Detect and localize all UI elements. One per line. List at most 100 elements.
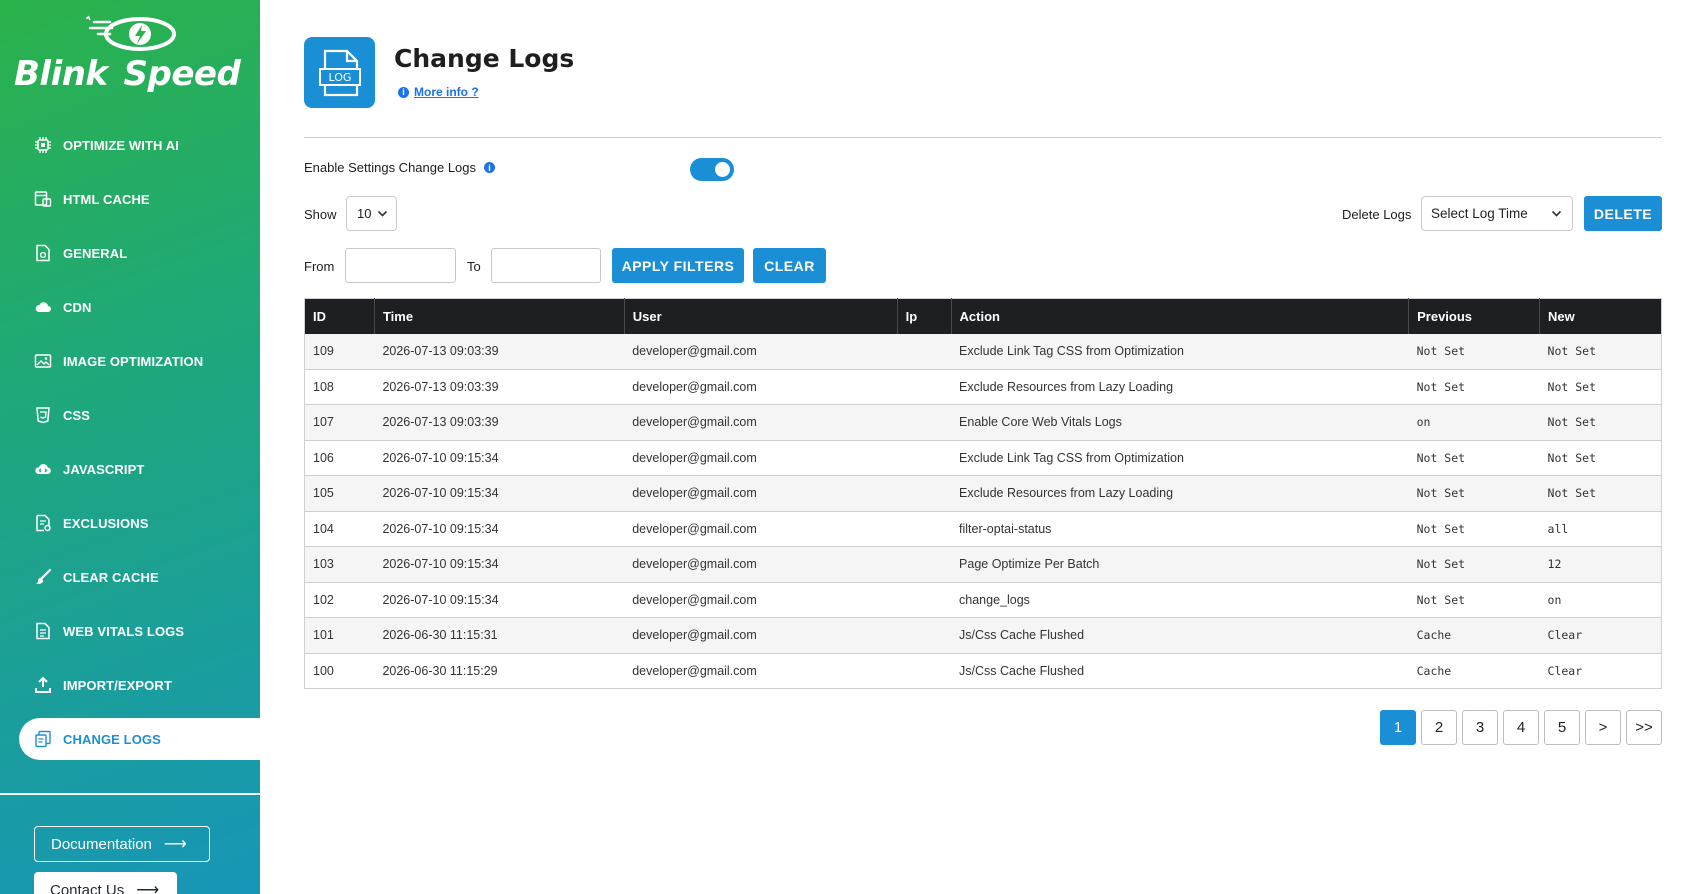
cell-new: Not Set (1539, 475, 1662, 512)
cell-id: 102 (304, 582, 375, 618)
log-time-value: Select Log Time (1431, 206, 1528, 221)
page-button-1[interactable]: 1 (1380, 710, 1416, 745)
arrow-right-icon: ⟶ (136, 882, 160, 894)
eye-bolt-icon (86, 15, 176, 51)
page-button-2[interactable]: 2 (1421, 710, 1457, 745)
sidebar-item-optimize-with-ai[interactable]: OPTIMIZE WITH AI (0, 118, 260, 172)
chevron-down-icon (377, 210, 388, 217)
sidebar-item-css[interactable]: CSS (0, 388, 260, 442)
sidebar-item-label: WEB VITALS LOGS (63, 623, 185, 639)
sidebar-item-label: JAVASCRIPT (63, 461, 145, 477)
cell-action: Js/Css Cache Flushed (951, 617, 1409, 654)
sidebar-item-change-logs[interactable]: CHANGE LOGS (19, 718, 260, 760)
cell-previous: Cache (1408, 653, 1540, 689)
sidebar: Blink Speed OPTIMIZE WITH AI HTML CACHE GEN… (0, 0, 260, 894)
sidebar-item-general[interactable]: GENERAL (0, 226, 260, 280)
clear-filters-button[interactable]: CLEAR (753, 248, 826, 283)
cell-action: change_logs (951, 582, 1409, 618)
cell-time: 2026-07-13 09:03:39 (374, 369, 625, 405)
table-row: 104 2026-07-10 09:15:34 developer@gmail.co… (304, 511, 1662, 547)
page-size-select[interactable]: 10 (346, 196, 397, 231)
cell-time: 2026-07-10 09:15:34 (374, 546, 625, 583)
cell-new: Not Set (1539, 440, 1662, 476)
enable-change-logs-toggle[interactable] (690, 158, 734, 181)
sidebar-item-label: EXCLUSIONS (63, 515, 149, 531)
cell-action: filter-optai-status (951, 511, 1409, 547)
cell-user: developer@gmail.com (624, 582, 898, 618)
sidebar-item-label: GENERAL (63, 245, 128, 261)
cell-time: 2026-07-10 09:15:34 (374, 440, 625, 476)
delete-button[interactable]: DELETE (1584, 196, 1662, 231)
settings-doc-icon (34, 244, 52, 262)
cell-time: 2026-07-10 09:15:34 (374, 511, 625, 547)
sidebar-item-html-cache[interactable]: HTML CACHE (0, 172, 260, 226)
from-date-input[interactable] (345, 248, 456, 283)
to-date-input[interactable] (491, 248, 601, 283)
toggle-knob (715, 162, 730, 177)
apply-filters-button[interactable]: APPLY FILTERS (612, 248, 744, 283)
css-icon (34, 406, 52, 424)
page-button-5[interactable]: 5 (1544, 710, 1580, 745)
cell-action: Enable Core Web Vitals Logs (951, 404, 1409, 441)
change-logs-icon (34, 730, 52, 748)
cell-previous: Cache (1408, 617, 1540, 654)
cell-ip (897, 404, 952, 441)
cell-new: all (1539, 511, 1662, 547)
cell-ip (897, 511, 952, 547)
cell-user: developer@gmail.com (624, 333, 898, 370)
sidebar-item-image-optimization[interactable]: IMAGE OPTIMIZATION (0, 334, 260, 388)
cell-action: Exclude Resources from Lazy Loading (951, 369, 1409, 405)
cell-ip (897, 617, 952, 654)
next-page-button[interactable]: > (1585, 710, 1621, 745)
cell-ip (897, 546, 952, 583)
cell-action: Exclude Link Tag CSS from Optimization (951, 440, 1409, 476)
page-size-value: 10 (357, 206, 372, 221)
cell-time: 2026-06-30 11:15:31 (374, 617, 625, 654)
svg-text:LOG: LOG (328, 71, 351, 84)
cell-user: developer@gmail.com (624, 404, 898, 441)
cell-user: developer@gmail.com (624, 369, 898, 405)
documentation-button[interactable]: Documentation ⟶ (34, 826, 210, 862)
sidebar-item-label: CLEAR CACHE (63, 569, 159, 585)
sidebar-item-import-export[interactable]: IMPORT/EXPORT (0, 658, 260, 712)
more-info-link[interactable]: More info ? (414, 85, 479, 99)
brand-logo[interactable]: Blink Speed (12, 10, 248, 96)
sidebar-item-label: IMAGE OPTIMIZATION (63, 353, 204, 369)
log-time-select[interactable]: Select Log Time (1421, 196, 1573, 231)
sidebar-item-clear-cache[interactable]: CLEAR CACHE (0, 550, 260, 604)
table-row: 109 2026-07-13 09:03:39 developer@gmail.co… (304, 333, 1662, 370)
cell-id: 103 (304, 546, 375, 583)
chevron-down-icon (1551, 210, 1562, 217)
sidebar-item-label: CSS (63, 407, 91, 423)
sidebar-item-javascript[interactable]: JAVASCRIPT (0, 442, 260, 496)
sidebar-item-web-vitals-logs[interactable]: WEB VITALS LOGS (0, 604, 260, 658)
sidebar-item-exclusions[interactable]: EXCLUSIONS (0, 496, 260, 550)
contact-us-button[interactable]: Contact Us ⟶ (34, 872, 177, 894)
cell-ip (897, 582, 952, 618)
table-row: 105 2026-07-10 09:15:34 developer@gmail.co… (304, 475, 1662, 512)
sidebar-item-cdn[interactable]: CDN (0, 280, 260, 334)
cell-user: developer@gmail.com (624, 617, 898, 654)
enable-change-logs-row: Enable Settings Change Logs i (304, 160, 496, 175)
cell-user: developer@gmail.com (624, 546, 898, 583)
page-button-3[interactable]: 3 (1462, 710, 1498, 745)
cell-time: 2026-06-30 11:15:29 (374, 653, 625, 689)
cell-previous: Not Set (1408, 369, 1540, 405)
cell-id: 107 (304, 404, 375, 441)
last-page-button[interactable]: >> (1626, 710, 1662, 745)
cell-id: 106 (304, 440, 375, 476)
cell-previous: Not Set (1408, 440, 1540, 476)
cell-ip (897, 369, 952, 405)
delete-logs-label: Delete Logs (1342, 207, 1412, 222)
info-icon[interactable]: i (484, 162, 496, 173)
cell-action: Exclude Resources from Lazy Loading (951, 475, 1409, 512)
sidebar-item-label: OPTIMIZE WITH AI (63, 137, 179, 153)
html-cache-icon (34, 190, 52, 208)
page-button-4[interactable]: 4 (1503, 710, 1539, 745)
cell-id: 100 (304, 653, 375, 689)
cell-new: Clear (1539, 653, 1662, 689)
cell-ip (897, 475, 952, 512)
cell-id: 108 (304, 369, 375, 405)
info-icon: i (398, 86, 409, 98)
cell-previous: Not Set (1408, 546, 1540, 583)
